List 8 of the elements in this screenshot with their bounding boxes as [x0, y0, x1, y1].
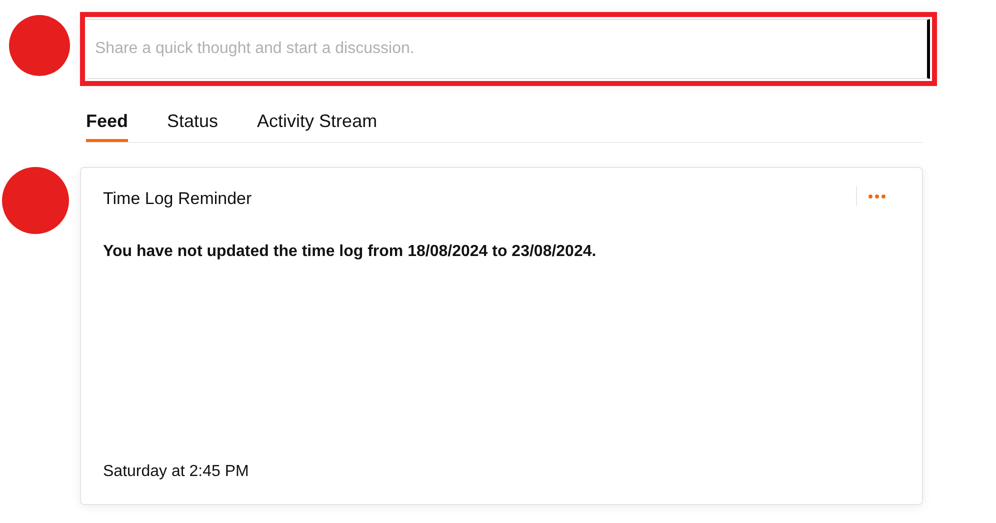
post-field[interactable]: Share a quick thought and start a discussion.: [87, 19, 930, 79]
tab[interactable]: Feed: [86, 109, 128, 142]
post-time: Saturday at 2:45 PM: [103, 462, 250, 482]
more-icon[interactable]: [868, 194, 886, 198]
tab[interactable]: Activity Stream: [257, 109, 378, 142]
tab[interactable]: Status: [167, 109, 218, 142]
post-message: You have not updated the time log from 18/08/2024 to 23/08/2024.: [103, 242, 598, 262]
post-title: Time Log Reminder: [103, 188, 252, 210]
